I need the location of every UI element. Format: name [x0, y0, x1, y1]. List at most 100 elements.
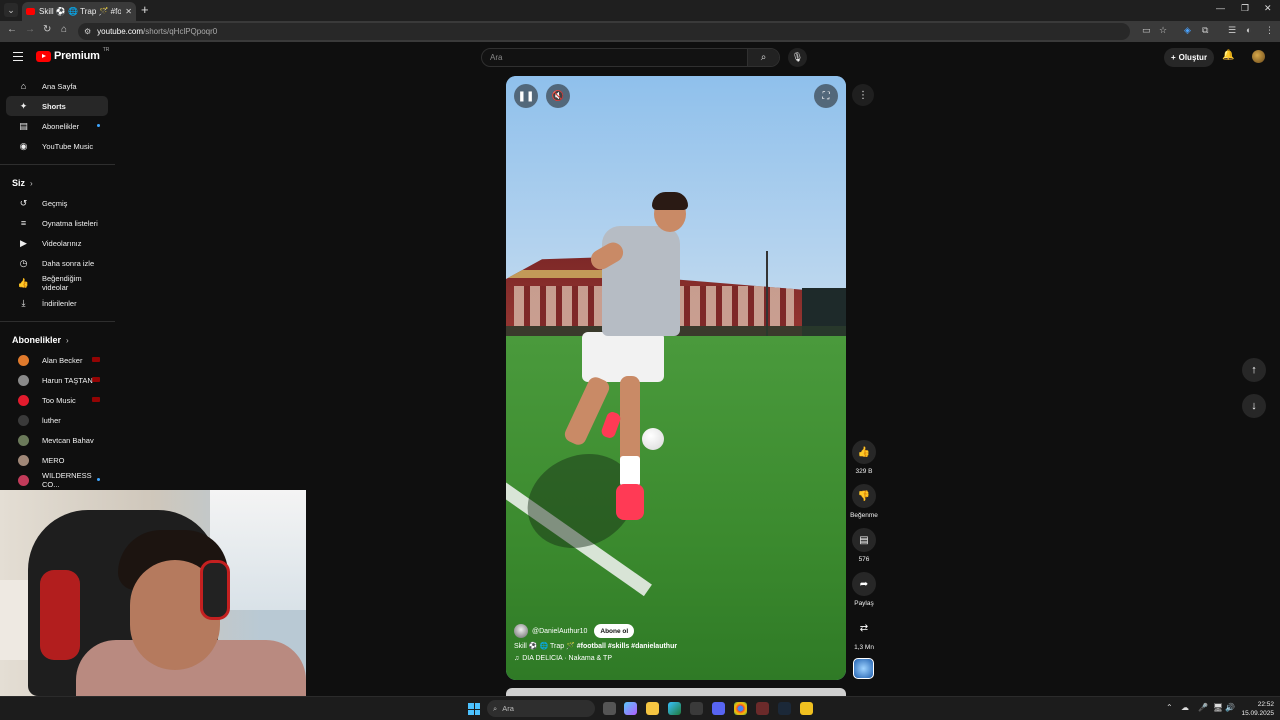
- comments-action[interactable]: ▤ 576: [850, 528, 878, 563]
- address-bar[interactable]: ⚙ youtube.com/shorts/qHclPQpoqr0: [78, 23, 1130, 40]
- chrome-icon[interactable]: [734, 702, 747, 715]
- notifications-bell-icon[interactable]: 🔔: [1222, 50, 1234, 61]
- sidebar-item-oynatma-listeleri[interactable]: ≡ Oynatma listeleri: [6, 213, 108, 233]
- sidebar-subscription-alan-becker[interactable]: Alan Becker: [6, 350, 108, 370]
- sidebar-subscription-luther[interactable]: luther: [6, 410, 108, 430]
- sidebar-item-i-ndirilenler[interactable]: ⤓ İndirilenler: [6, 293, 108, 313]
- windows-start-icon[interactable]: [468, 703, 480, 715]
- previous-short-button[interactable]: ↑: [1242, 358, 1266, 382]
- sidebar-subscription-wilderness-co[interactable]: WILDERNESS CO...: [6, 470, 108, 490]
- thumbs-down-icon[interactable]: 👎: [852, 484, 876, 508]
- sidebar-item-ana-sayfa[interactable]: ⌂ Ana Sayfa: [6, 76, 108, 96]
- maximize-button[interactable]: ❐: [1241, 3, 1249, 14]
- task-view-icon[interactable]: [603, 702, 616, 715]
- sidebar-item-ge-mi[interactable]: ↺ Geçmiş: [6, 193, 108, 213]
- sidebar-subscription-mero[interactable]: MERO: [6, 450, 108, 470]
- share-icon[interactable]: ➦: [852, 572, 876, 596]
- copilot-icon[interactable]: [624, 702, 637, 715]
- sidebar-item-videolar-n-z[interactable]: ▶ Videolarınız: [6, 233, 108, 253]
- sidebar-subscription-mevtcan-bahav[interactable]: Mevtcan Bahav: [6, 430, 108, 450]
- search-button-icon[interactable]: ⌕: [747, 49, 779, 66]
- close-window-button[interactable]: ✕: [1264, 3, 1272, 14]
- cast-icon[interactable]: ▭: [1142, 25, 1151, 36]
- browser-menu-icon[interactable]: ⋮: [1265, 25, 1274, 36]
- voice-search-mic-icon[interactable]: 🎙: [788, 48, 807, 67]
- bookmark-star-icon[interactable]: ☆: [1159, 25, 1167, 36]
- volume-icon[interactable]: 🔊: [1225, 703, 1235, 712]
- more-options-icon[interactable]: ⋮: [852, 84, 874, 106]
- reload-icon[interactable]: ↻: [43, 24, 51, 35]
- profile-icon[interactable]: ◐: [1246, 25, 1251, 35]
- youtube-premium-logo[interactable]: Premium TR: [36, 47, 110, 62]
- caption-hashtags[interactable]: #football #skills #danielauthur: [577, 643, 677, 650]
- sidebar-heading-subscriptions[interactable]: Abonelikler ›: [0, 330, 115, 350]
- like-action[interactable]: 👍 329 B: [850, 440, 878, 475]
- create-button[interactable]: + Oluştur: [1164, 48, 1214, 67]
- site-info-icon[interactable]: ⚙: [84, 27, 91, 36]
- browser-tab-active[interactable]: Skill ⚽ 🌐 Trap 🪄 #football # ✕: [22, 2, 136, 21]
- short-caption[interactable]: Skill ⚽ 🌐 Trap 🪄 #football #skills #dani…: [514, 642, 834, 650]
- home-icon: ⌂: [20, 81, 27, 91]
- music-attribution[interactable]: ♫ DIA DELICIA · Nakama & TP: [514, 655, 834, 662]
- account-avatar[interactable]: [1252, 50, 1265, 63]
- remix-count: 1,3 Mn: [854, 644, 874, 651]
- tab-search-icon[interactable]: ⌄: [4, 3, 18, 17]
- live-indicator-icon: [92, 397, 100, 402]
- audio-source-thumbnail[interactable]: [853, 658, 874, 679]
- logo-region: TR: [102, 47, 110, 53]
- new-tab-button[interactable]: +: [141, 2, 149, 17]
- sidebar-item-shorts[interactable]: ✦ Shorts: [6, 96, 108, 116]
- search-input[interactable]: [482, 53, 747, 62]
- back-icon[interactable]: ←: [7, 24, 17, 35]
- file-explorer-icon[interactable]: [646, 702, 659, 715]
- tab-title: Skill ⚽ 🌐 Trap 🪄 #football #: [39, 7, 122, 16]
- mic-tray-icon[interactable]: 🎤: [1198, 703, 1208, 712]
- downloads-toolbar-icon[interactable]: ☰: [1228, 25, 1236, 36]
- watch-later-icon: ◷: [19, 257, 28, 268]
- network-icon[interactable]: 🖥: [1213, 703, 1223, 712]
- edge-icon[interactable]: [668, 702, 681, 715]
- remix-action[interactable]: ⇄ 1,3 Mn: [850, 616, 878, 652]
- tray-chevron-icon[interactable]: ⌃: [1166, 703, 1173, 712]
- channel-avatar[interactable]: [514, 624, 528, 638]
- menu-hamburger-icon[interactable]: [13, 52, 23, 61]
- taskbar-search[interactable]: ⌕ Ara: [487, 700, 595, 717]
- tab-close-icon[interactable]: ✕: [125, 7, 132, 16]
- minimize-button[interactable]: —: [1216, 3, 1225, 13]
- sidebar-heading-you[interactable]: Siz ›: [0, 173, 115, 193]
- create-label: Oluştur: [1178, 53, 1208, 62]
- subscribe-button[interactable]: Abone ol: [594, 624, 635, 638]
- sidebar-subscription-harun-ta-tan[interactable]: Harun TAŞTAN: [6, 370, 108, 390]
- sidebar-subscription-too-music[interactable]: Too Music: [6, 390, 108, 410]
- home-button-icon[interactable]: ⌂: [61, 24, 67, 35]
- system-clock[interactable]: 22:52 15.09.2025: [1238, 700, 1274, 718]
- mute-button[interactable]: 🔇: [546, 84, 570, 108]
- short-metadata: @DanielAuthur10 Abone ol Skill ⚽ 🌐 Trap …: [514, 624, 834, 662]
- extensions-puzzle-icon[interactable]: ⧉: [1202, 25, 1208, 36]
- store-icon[interactable]: [690, 702, 703, 715]
- comment-icon[interactable]: ▤: [852, 528, 876, 552]
- sidebar-item-daha-sonra-izle[interactable]: ◷ Daha sonra izle: [6, 253, 108, 273]
- obs-icon[interactable]: [756, 702, 769, 715]
- onedrive-icon[interactable]: ☁: [1181, 703, 1189, 712]
- shorts-video-player[interactable]: ❚❚ 🔇 ⛶ @DanielAuthur10 Abone ol Skill ⚽ …: [506, 76, 846, 680]
- chevron-right-icon: ›: [30, 178, 33, 188]
- sidebar-item-youtube-music[interactable]: ◉ YouTube Music: [6, 136, 108, 156]
- thumbs-up-icon[interactable]: 👍: [852, 440, 876, 464]
- discord-icon[interactable]: [712, 702, 725, 715]
- dislike-action[interactable]: 👎 Beğenme: [850, 484, 878, 519]
- next-short-preview[interactable]: [506, 688, 846, 696]
- extension-icon[interactable]: ◈: [1184, 25, 1191, 36]
- next-short-button[interactable]: ↓: [1242, 394, 1266, 418]
- channel-handle[interactable]: @DanielAuthur10: [532, 628, 587, 635]
- forward-icon[interactable]: →: [25, 24, 35, 35]
- remix-icon[interactable]: ⇄: [852, 616, 876, 640]
- pause-button[interactable]: ❚❚: [514, 84, 538, 108]
- steam-icon[interactable]: [778, 702, 791, 715]
- dislike-label: Beğenme: [850, 512, 878, 519]
- app-icon[interactable]: [800, 702, 813, 715]
- sidebar-item-be-endi-im-videolar[interactable]: 👍 Beğendiğim videolar: [6, 273, 108, 293]
- sidebar-item-abonelikler[interactable]: ▤ Abonelikler: [6, 116, 108, 136]
- share-action[interactable]: ➦ Paylaş: [850, 572, 878, 607]
- fullscreen-button[interactable]: ⛶: [814, 84, 838, 108]
